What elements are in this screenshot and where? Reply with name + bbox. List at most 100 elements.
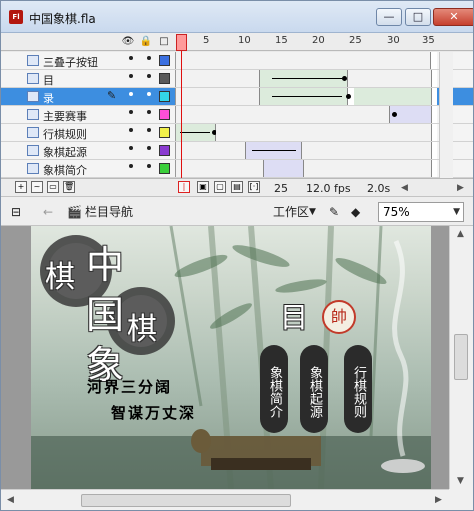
layer-frames[interactable] (175, 52, 437, 69)
visibility-dot[interactable] (129, 164, 133, 168)
frame-span (304, 160, 432, 177)
scroll-down-arrow[interactable]: ▼ (457, 476, 464, 486)
frame-span (348, 70, 432, 87)
layer-row[interactable]: 象棋简介 (1, 160, 473, 178)
layer-frames[interactable] (175, 70, 437, 87)
playhead[interactable] (176, 34, 187, 51)
edit-scene-icon[interactable]: ✎ (329, 203, 339, 221)
layer-color-swatch[interactable] (159, 73, 170, 84)
layer-frames[interactable] (175, 106, 437, 123)
layer-name[interactable]: 象棋简介 (43, 162, 87, 178)
layer-row[interactable]: 主要赛事 (1, 106, 473, 124)
current-frame: 25 (274, 182, 288, 195)
rules-button[interactable]: 行棋规则 (344, 345, 372, 433)
layer-row-active[interactable]: 录 ✎ (1, 88, 473, 106)
title-bar[interactable]: Fl 中国象棋.fla — □ ✕ (1, 1, 473, 33)
lock-dot[interactable] (147, 146, 151, 150)
minimize-button[interactable]: — (376, 8, 402, 26)
layer-color-swatch[interactable] (159, 163, 170, 174)
layer-color-swatch[interactable] (159, 145, 170, 156)
layer-frames[interactable] (175, 124, 437, 141)
scene-name[interactable]: 栏目导航 (85, 203, 133, 221)
layer-icon (27, 145, 39, 156)
timeline-header: 👁 🔒 □ 1 5 10 15 20 25 30 35 (1, 33, 473, 51)
keyframe[interactable] (392, 112, 397, 117)
visibility-dot[interactable] (129, 74, 133, 78)
edit-symbol-icon[interactable]: ◆ (351, 203, 360, 221)
eye-icon[interactable]: 👁 (121, 35, 135, 49)
stage-vertical-scrollbar[interactable]: ▲ ▼ (449, 226, 473, 489)
scroll-left-arrow[interactable]: ◀ (401, 183, 408, 193)
layer-frames[interactable] (175, 88, 437, 105)
layer-row[interactable]: 象棋起源 (1, 142, 473, 160)
slogan-line-1: 河界三分阔 (87, 378, 173, 396)
new-folder-icon[interactable]: ▭ (47, 181, 59, 193)
workspace-label[interactable]: 工作区 (273, 203, 309, 221)
layer-name[interactable]: 主要赛事 (43, 108, 87, 124)
timeline-scrollbar[interactable] (439, 52, 453, 178)
visibility-dot[interactable] (129, 56, 133, 60)
delete-layer-icon[interactable]: 🗑 (63, 181, 75, 193)
vertical-scroll-thumb[interactable] (454, 334, 468, 380)
center-frame-icon[interactable]: | (178, 181, 190, 193)
lock-icon[interactable]: 🔒 (139, 35, 153, 49)
layer-frames[interactable] (175, 142, 437, 159)
add-guide-icon[interactable]: ~ (31, 181, 43, 193)
stage-area[interactable]: 中 国 象 棋 棋 河界三分阔 智谋万丈深 目 帥 象棋简介 象棋起源 行棋规则 (1, 226, 473, 489)
onion-outline-icon[interactable]: ▢ (214, 181, 226, 193)
layer-row[interactable]: 行棋规则 (1, 124, 473, 142)
frame-span (264, 160, 304, 177)
timeline-toggle-icon[interactable]: ⊟ (11, 203, 21, 221)
lock-dot[interactable] (147, 164, 151, 168)
visibility-dot[interactable] (129, 146, 133, 150)
scroll-left-arrow[interactable]: ◀ (7, 495, 14, 505)
layer-color-swatch[interactable] (159, 109, 170, 120)
outline-icon[interactable]: □ (157, 35, 171, 49)
back-arrow-icon[interactable]: ← (43, 203, 53, 221)
lock-dot[interactable] (147, 56, 151, 60)
layer-color-swatch[interactable] (159, 55, 170, 66)
layer-row[interactable]: 目 (1, 70, 473, 88)
visibility-dot[interactable] (129, 92, 133, 96)
flash-app-icon: Fl (9, 10, 23, 24)
keyframe[interactable] (342, 76, 347, 81)
stage-canvas[interactable]: 中 国 象 棋 棋 河界三分阔 智谋万丈深 目 帥 象棋简介 象棋起源 行棋规则 (31, 226, 431, 489)
modify-onion-markers-icon[interactable]: [·] (248, 181, 260, 193)
scroll-right-arrow[interactable]: ▶ (457, 183, 464, 193)
intro-button[interactable]: 象棋简介 (260, 345, 288, 433)
layer-row[interactable]: 三叠子按钮 (1, 52, 473, 70)
lock-dot[interactable] (147, 74, 151, 78)
layer-name[interactable]: 行棋规则 (43, 126, 87, 142)
frame-ruler[interactable]: 1 5 10 15 20 25 30 35 (175, 33, 437, 51)
close-button[interactable]: ✕ (433, 8, 473, 26)
zoom-value: 75% (383, 205, 410, 219)
layer-color-swatch[interactable] (159, 91, 170, 102)
visibility-dot[interactable] (129, 110, 133, 114)
chevron-down-icon[interactable]: ▼ (309, 203, 316, 221)
frame-span (176, 106, 390, 123)
layer-name[interactable]: 录 (43, 90, 54, 106)
visibility-dot[interactable] (129, 128, 133, 132)
frame-span (176, 88, 260, 105)
layer-frames[interactable] (175, 160, 437, 177)
lock-dot[interactable] (147, 92, 151, 96)
horizontal-scroll-thumb[interactable] (81, 494, 291, 507)
scroll-up-arrow[interactable]: ▲ (457, 229, 464, 239)
frame-span (176, 70, 260, 87)
lock-dot[interactable] (147, 128, 151, 132)
zoom-select[interactable]: 75% ▼ (378, 202, 464, 222)
keyframe[interactable] (346, 94, 351, 99)
frame-rate[interactable]: 12.0 fps (306, 182, 351, 195)
stage-horizontal-scrollbar[interactable]: ◀ ▶ (1, 489, 449, 510)
layer-name[interactable]: 目 (43, 72, 54, 88)
layer-name[interactable]: 象棋起源 (43, 144, 87, 160)
new-layer-icon[interactable]: + (15, 181, 27, 193)
origin-button[interactable]: 象棋起源 (300, 345, 328, 433)
layer-name[interactable]: 三叠子按钮 (43, 54, 98, 70)
scroll-right-arrow[interactable]: ▶ (435, 495, 442, 505)
maximize-button[interactable]: □ (405, 8, 431, 26)
layer-color-swatch[interactable] (159, 127, 170, 138)
lock-dot[interactable] (147, 110, 151, 114)
onion-skin-icon[interactable]: ▣ (197, 181, 209, 193)
edit-multiple-frames-icon[interactable]: ▤ (231, 181, 243, 193)
